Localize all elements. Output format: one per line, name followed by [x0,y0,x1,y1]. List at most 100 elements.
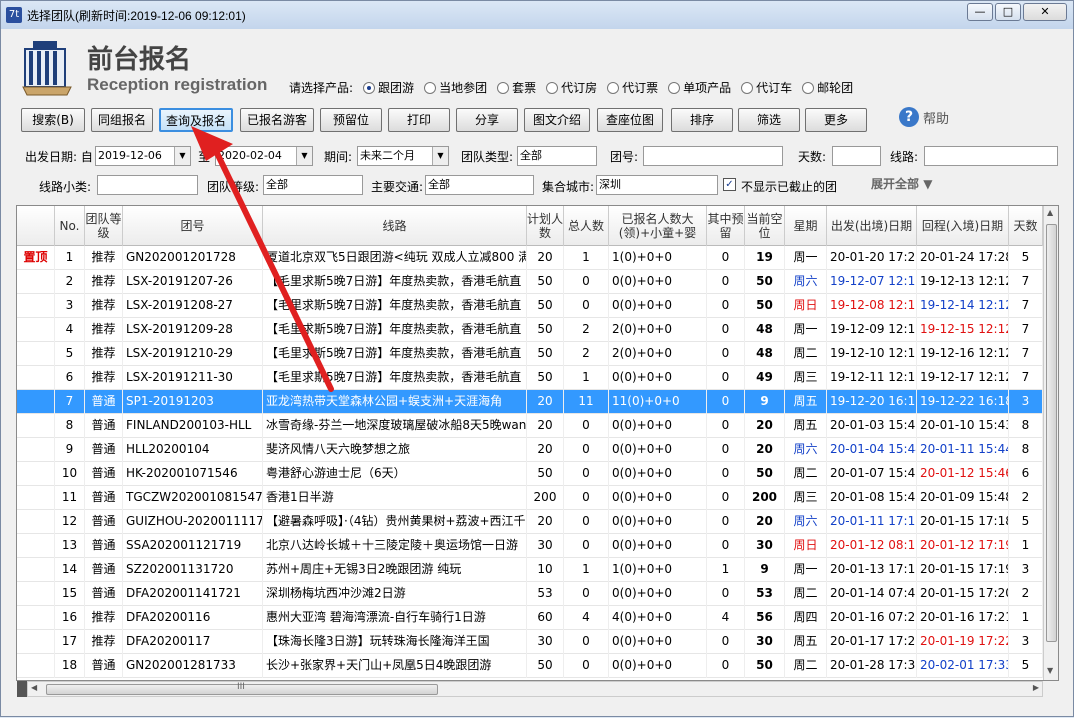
table-row[interactable]: 18 普通 GN202001281733 长沙+张家界+天门山+凤凰5日4晚跟团游 50… [17,654,1043,678]
cell-depart: 19-12-08 12:12 [827,294,917,318]
group-no-input[interactable] [643,146,783,166]
table-row[interactable]: 9 普通 HLL20200104 斐济风情八天六晚梦想之旅 20 0 0(0)+0+0 0 20… [17,438,1043,462]
header-plan[interactable]: 计划人数 [527,206,564,246]
signed-guests-button[interactable]: 已报名游客 [240,108,314,132]
cell-route: 【避暑森呼吸】·（4钻）贵州黄果树+荔波+西江千 [263,510,527,534]
query-signup-button[interactable]: 查询及报名 [159,108,233,132]
more-button[interactable]: 更多 [805,108,867,132]
hide-closed-checkbox[interactable]: ✓ [723,178,736,191]
scroll-thumb[interactable] [1046,224,1057,642]
header-signed[interactable]: 已报名人数大(领)+小童+婴 [609,206,707,246]
expand-all-button[interactable]: 展开全部 ▼ [871,175,932,192]
days-input[interactable] [832,146,881,166]
table-row[interactable]: 5 推荐 LSX-20191210-29 【毛里求斯5晚7日游】年度热卖款，香港毛航直… [17,342,1043,366]
search-button[interactable]: 搜索(B) [21,108,85,132]
radio-product-single[interactable]: 单项产品 [668,79,731,96]
header-total[interactable]: 总人数 [564,206,609,246]
cell-days: 7 [1009,342,1043,366]
cell-group: LSX-20191210-29 [123,342,263,366]
close-button[interactable]: ✕ [1023,3,1067,21]
maximize-button[interactable]: □ [995,3,1021,21]
cell-vacant: 48 [745,342,785,366]
cell-week: 周一 [785,318,827,342]
cell-days: 3 [1009,558,1043,582]
table-row[interactable]: 6 推荐 LSX-20191211-30 【毛里求斯5晚7日游】年度热卖款，香港毛航直… [17,366,1043,390]
radio-product-hotel[interactable]: 代订房 [546,79,597,96]
radio-product-ticket[interactable]: 代订票 [607,79,658,96]
cell-signed: 0(0)+0+0 [609,414,707,438]
route-input[interactable] [924,146,1058,166]
table-row[interactable]: 11 普通 TGCZW202001081547 香港1日半游 200 0 0(0)+0+0 0… [17,486,1043,510]
cell-total: 0 [564,510,609,534]
header-group[interactable]: 团号 [123,206,263,246]
cell-week: 周二 [785,582,827,606]
group-level-input[interactable]: 全部 [263,175,363,195]
table-row[interactable]: 15 普通 DFA202001141721 深圳杨梅坑西冲沙滩2日游 53 0 0(0)+0… [17,582,1043,606]
table-row[interactable]: 2 推荐 LSX-20191207-26 【毛里求斯5晚7日游】年度热卖款，香港毛航直… [17,270,1043,294]
radio-product-package[interactable]: 套票 [497,79,536,96]
cell-group: DFA20200117 [123,630,263,654]
header-level[interactable]: 团队等级 [85,206,123,246]
header-return[interactable]: 回程(入境)日期 [917,206,1009,246]
header-days[interactable]: 天数 [1009,206,1043,246]
share-button[interactable]: 分享 [456,108,518,132]
table-row[interactable]: 4 推荐 LSX-20191209-28 【毛里求斯5晚7日游】年度热卖款，香港毛航直… [17,318,1043,342]
date-to-input[interactable]: 2020-02-04 ▼ [215,146,313,166]
header-no[interactable]: No. [55,206,85,246]
period-select[interactable]: 未来二个月 ▼ [357,146,449,166]
header-depart[interactable]: 出发(出境)日期 [827,206,917,246]
transport-input[interactable]: 全部 [425,175,534,195]
table-row[interactable]: 8 普通 FINLAND200103-HLL 冰雪奇缘-芬兰一地深度玻璃屋破冰船8天5… [17,414,1043,438]
table-row[interactable]: 14 普通 SZ202001131720 苏州+周庄+无锡3日2晚跟团游 纯玩 10 1 1… [17,558,1043,582]
cell-plan: 50 [527,318,564,342]
header-route[interactable]: 线路 [263,206,527,246]
city-input[interactable]: 深圳 [596,175,718,195]
cell-signed: 0(0)+0+0 [609,462,707,486]
cell-week: 周四 [785,606,827,630]
header-reserved[interactable]: 其中预留 [707,206,745,246]
route-sub-input[interactable] [97,175,198,195]
cell-signed: 11(0)+0+0 [609,390,707,414]
cell-total: 2 [564,342,609,366]
table-row[interactable]: 置顶 1 推荐 GN202001201728 厦道北京双飞5日跟团游<纯玩 双成人立减8… [17,246,1043,270]
horizontal-scrollbar[interactable]: ◀ III ▶ [27,681,1043,697]
pin-cell [17,390,55,414]
table-row[interactable]: 10 普通 HK-202001071546 粤港舒心游迪士尼（6天） 50 0 0(0)+0… [17,462,1043,486]
filter-button[interactable]: 筛选 [738,108,800,132]
help-button[interactable]: ? 帮助 [899,107,949,127]
seat-map-button[interactable]: 查座位图 [597,108,663,132]
intro-button[interactable]: 图文介绍 [524,108,590,132]
cell-level: 普通 [85,558,123,582]
cell-route: 惠州大亚湾 碧海湾漂流-自行车骑行1日游 [263,606,527,630]
table-row[interactable]: 7 普通 SP1-20191203 亚龙湾热带天堂森林公园+蜈支洲+天涯海角 20 11 1… [17,390,1043,414]
minimize-button[interactable]: — [967,3,993,21]
sort-button[interactable]: 排序 [671,108,733,132]
product-selector: 请选择产品: 跟团游 当地参团 套票 代订房 代订票 单项产品 代订车 邮轮团 [289,79,853,96]
cell-total: 4 [564,606,609,630]
table-row[interactable]: 12普通GUIZHOU-202001111718【避暑森呼吸】·（4钻）贵州黄果… [17,510,1043,534]
reserve-button[interactable]: 预留位 [320,108,382,132]
table-row[interactable]: 17 推荐 DFA20200117 【珠海长隆3日游】玩转珠海长隆海洋王国 30 0 0(0… [17,630,1043,654]
group-type-input[interactable]: 全部 [517,146,597,166]
header-vacant[interactable]: 当前空位 [745,206,785,246]
table-row[interactable]: 16 推荐 DFA20200116 惠州大亚湾 碧海湾漂流-自行车骑行1日游 60 4 4(… [17,606,1043,630]
scroll-thumb-horizontal[interactable]: III [46,682,438,695]
cell-return: 20-01-15 17:18 [917,510,1009,534]
vertical-scrollbar[interactable]: ▲ ▼ [1043,206,1058,680]
date-from-input[interactable]: 2019-12-06 ▼ [95,146,191,166]
scroll-right-icon: ▶ [1032,683,1039,692]
cell-route: 【毛里求斯5晚7日游】年度热卖款，香港毛航直 [263,270,527,294]
pin-cell [17,510,55,534]
radio-product-group-tour[interactable]: 跟团游 [363,79,414,96]
table-row[interactable]: 3 推荐 LSX-20191208-27 【毛里求斯5晚7日游】年度热卖款，香港毛航直… [17,294,1043,318]
same-group-button[interactable]: 同组报名 [91,108,153,132]
radio-product-cruise[interactable]: 邮轮团 [802,79,853,96]
table-row[interactable]: 13 普通 SSA202001121719 北京八达岭长城＋十三陵定陵＋奥运场馆一日游… [17,534,1043,558]
cell-group: GN202001201728 [123,246,263,270]
chevron-down-icon: ▼ [174,147,190,165]
radio-product-car[interactable]: 代订车 [741,79,792,96]
header-week[interactable]: 星期 [785,206,827,246]
cell-reserved: 0 [707,486,745,510]
radio-product-local[interactable]: 当地参团 [424,79,487,96]
print-button[interactable]: 打印 [388,108,450,132]
